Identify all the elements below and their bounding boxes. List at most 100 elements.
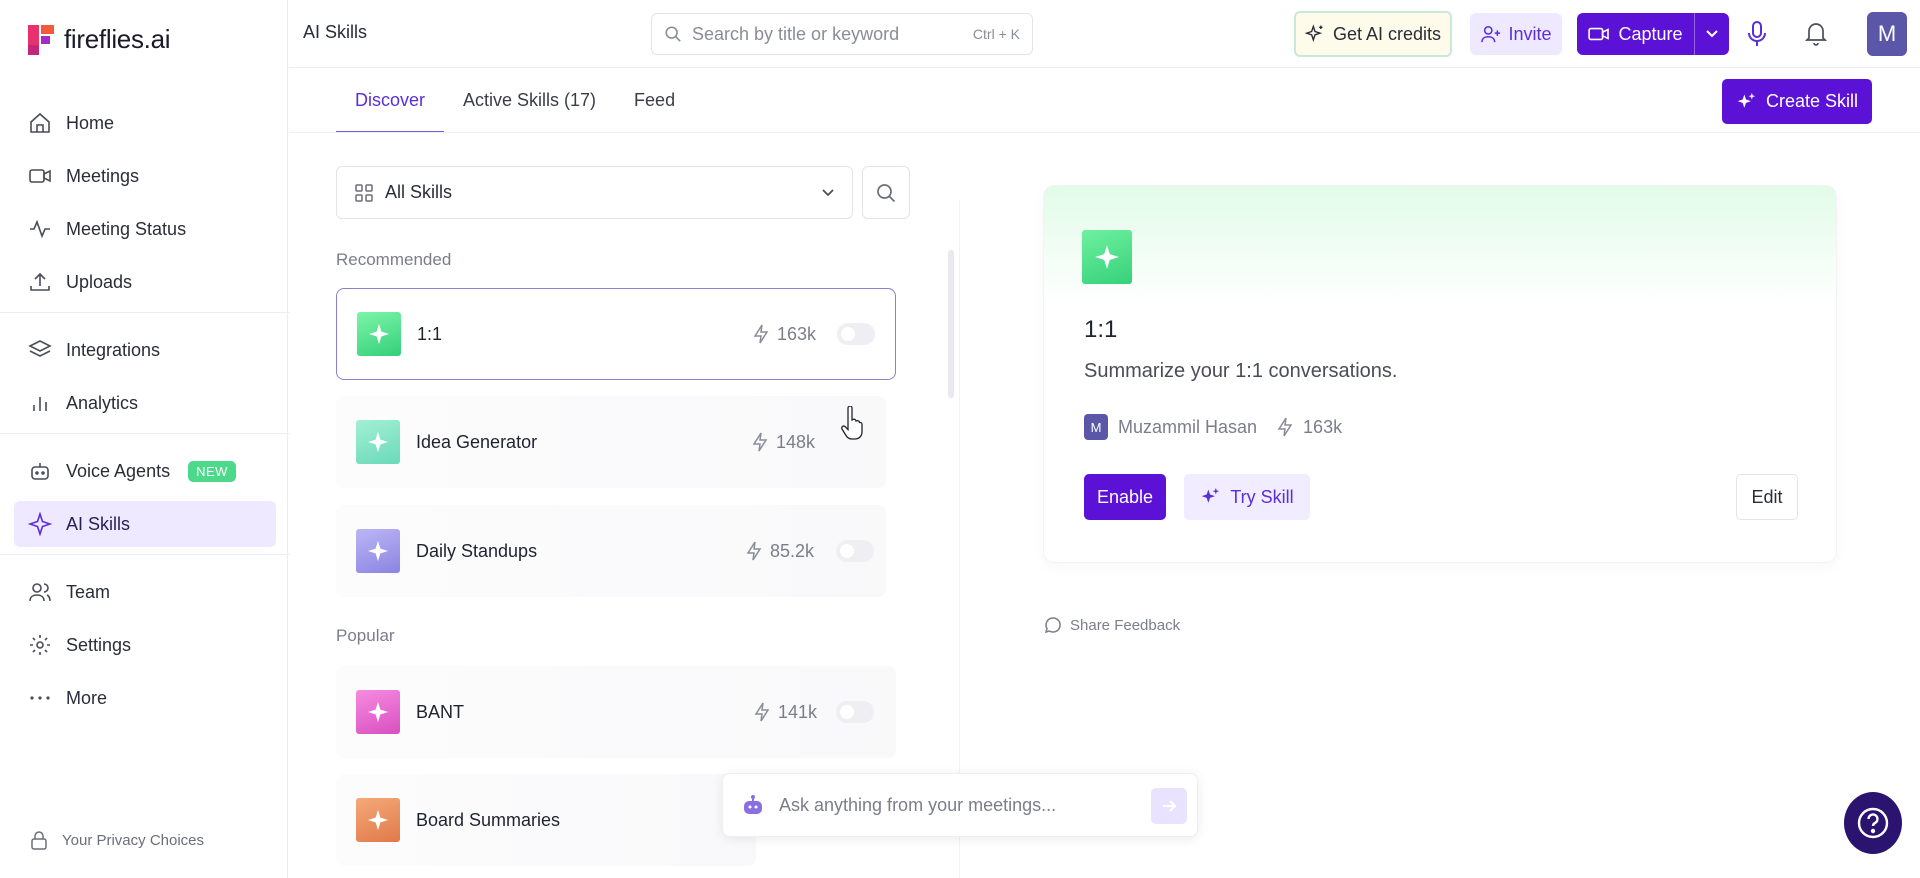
capture-button[interactable]: Capture	[1577, 13, 1695, 55]
logo-text: fireflies.ai	[64, 24, 171, 54]
capture-label: Capture	[1618, 23, 1683, 44]
skill-row[interactable]: BANT 141k	[336, 666, 896, 758]
skill-detail-description: Summarize your 1:1 conversations.	[1084, 360, 1398, 382]
microphone-icon[interactable]	[1747, 20, 1767, 48]
try-skill-button[interactable]: Try Skill	[1184, 474, 1310, 520]
card-header-glow	[1044, 186, 1836, 306]
sidebar-item-more[interactable]: More	[14, 675, 276, 721]
skill-usage-count: 85.2k	[746, 541, 814, 562]
skill-count-value: 163k	[1303, 416, 1343, 437]
skill-detail-title: 1:1	[1084, 316, 1118, 343]
video-icon	[29, 169, 51, 183]
sidebar-item-meeting-status[interactable]: Meeting Status	[14, 206, 276, 252]
tab-feed[interactable]: Feed	[615, 69, 694, 133]
sparkle-icon	[28, 512, 52, 536]
sidebar-item-label: Meetings	[66, 165, 140, 186]
sidebar-item-home[interactable]: Home	[14, 100, 276, 146]
robot-icon	[744, 795, 762, 814]
sidebar-item-label: Home	[66, 112, 115, 133]
divider	[0, 433, 290, 434]
logo[interactable]: fireflies.ai	[28, 24, 171, 55]
bar-chart-icon	[33, 397, 47, 411]
sidebar-item-settings[interactable]: Settings	[14, 622, 276, 668]
skill-name: Board Summaries	[416, 809, 561, 830]
help-button[interactable]	[1844, 792, 1902, 854]
question-circle-icon	[1857, 807, 1889, 839]
skill-enable-toggle[interactable]	[837, 323, 875, 345]
sidebar-item-label: Meeting Status	[66, 218, 187, 239]
sidebar-item-team[interactable]: Team	[14, 569, 276, 615]
skills-search-button[interactable]	[862, 166, 910, 219]
enable-skill-button[interactable]: Enable	[1084, 474, 1166, 520]
sidebar-item-label: Uploads	[66, 271, 133, 292]
sparkles-icon	[1737, 92, 1756, 108]
sidebar-item-meetings[interactable]: Meetings	[14, 153, 276, 199]
grid-icon	[355, 183, 373, 202]
skill-count-value: 163k	[777, 323, 817, 344]
sidebar-item-voice-agents[interactable]: Voice Agents NEW	[14, 448, 276, 494]
capture-dropdown-button[interactable]	[1695, 13, 1729, 55]
lightning-icon	[1277, 417, 1293, 437]
send-button[interactable]	[1151, 788, 1187, 824]
share-feedback-label: Share Feedback	[1070, 616, 1181, 634]
hand-cursor-icon	[841, 406, 863, 440]
create-skill-label: Create Skill	[1765, 91, 1859, 111]
sidebar-nav: Home Meetings Meeting Status Uploads Int…	[0, 100, 290, 728]
skill-row[interactable]: Idea Generator 148k	[336, 396, 886, 488]
privacy-choices-link[interactable]: Your Privacy Choices	[30, 830, 204, 850]
divider	[0, 554, 290, 555]
skills-filter-select[interactable]: All Skills	[336, 166, 853, 219]
sidebar-item-label: Voice Agents	[66, 460, 171, 481]
create-skill-button[interactable]: Create Skill	[1722, 79, 1872, 124]
sidebar-item-analytics[interactable]: Analytics	[14, 380, 276, 426]
author-avatar: M	[1084, 414, 1108, 440]
sidebar-item-integrations[interactable]: Integrations	[14, 327, 276, 373]
bell-icon[interactable]	[1805, 20, 1827, 46]
privacy-label: Your Privacy Choices	[62, 831, 205, 849]
skill-icon	[356, 420, 400, 464]
arrow-right-icon	[1163, 800, 1177, 812]
ask-meetings-input[interactable]: Ask anything from your meetings...	[722, 773, 1198, 837]
divider	[0, 312, 290, 313]
search-icon	[877, 183, 896, 202]
skill-row[interactable]: 1:1 163k	[336, 288, 896, 380]
sparkle-icon	[367, 431, 389, 453]
skill-detail-card: 1:1 Summarize your 1:1 conversations. M …	[1044, 186, 1836, 562]
sparkles-icon	[1304, 24, 1323, 43]
lightning-icon	[754, 702, 770, 722]
gear-icon	[30, 635, 50, 655]
skill-usage-count: 163k	[753, 324, 816, 345]
ask-placeholder: Ask anything from your meetings...	[779, 794, 1057, 815]
credits-label: Get AI credits	[1332, 23, 1442, 44]
section-label-recommended: Recommended	[336, 250, 452, 269]
tab-active-skills[interactable]: Active Skills (17)	[444, 69, 615, 133]
robot-icon	[31, 463, 49, 480]
share-feedback-link[interactable]: Share Feedback	[1044, 616, 1180, 634]
get-ai-credits-button[interactable]: Get AI credits	[1294, 11, 1452, 57]
home-icon	[30, 112, 50, 133]
edit-skill-button[interactable]: Edit	[1736, 474, 1798, 520]
user-avatar[interactable]: M	[1867, 12, 1907, 56]
skill-row[interactable]: Board Summaries	[336, 774, 756, 866]
skill-enable-toggle[interactable]	[836, 540, 874, 562]
skill-row[interactable]: Daily Standups 85.2k	[336, 505, 886, 597]
skill-count-value: 141k	[778, 701, 818, 722]
skill-detail-meta: M Muzammil Hasan 163k	[1084, 414, 1342, 440]
skill-icon	[356, 529, 400, 573]
sidebar-item-label: AI Skills	[66, 513, 131, 534]
tab-discover[interactable]: Discover	[336, 69, 445, 133]
skill-icon	[357, 312, 401, 356]
capture-button-group: Capture	[1577, 13, 1729, 55]
invite-button[interactable]: Invite	[1470, 13, 1562, 55]
more-icon	[30, 696, 50, 700]
sparkle-icon	[1095, 245, 1119, 269]
sidebar-item-uploads[interactable]: Uploads	[14, 259, 276, 305]
filter-label: All Skills	[385, 182, 453, 202]
search-input[interactable]: Search by title or keyword Ctrl + K	[651, 13, 1033, 55]
layers-icon	[28, 340, 52, 357]
sparkle-icon	[367, 540, 389, 562]
skill-enable-toggle[interactable]	[836, 701, 874, 723]
skills-list-scrollbar[interactable]	[948, 250, 954, 398]
skill-name: Daily Standups	[416, 540, 538, 561]
sidebar-item-ai-skills[interactable]: AI Skills	[14, 501, 276, 547]
